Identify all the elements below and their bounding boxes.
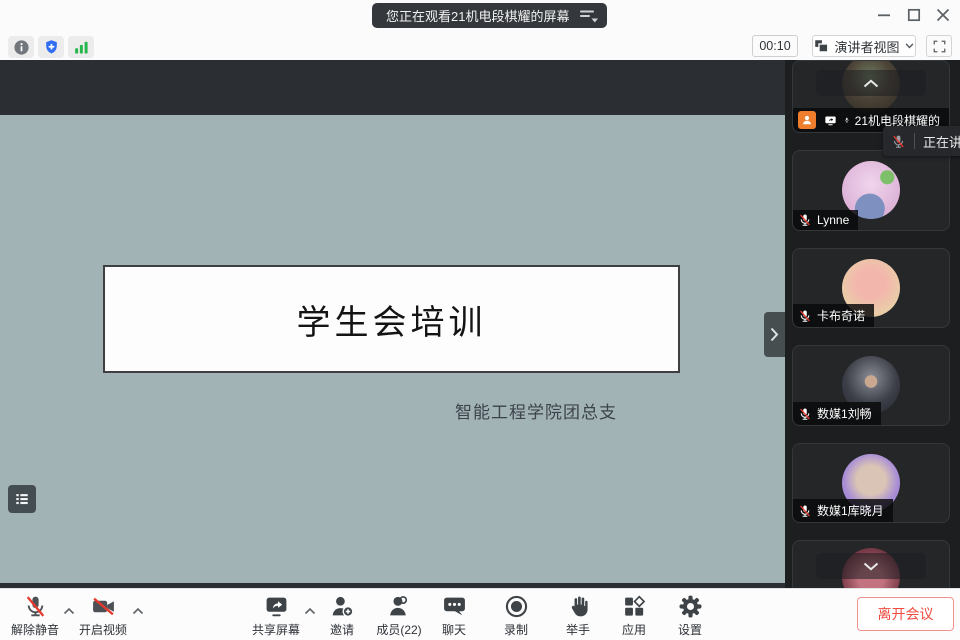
- raise-hand-label: 举手: [566, 621, 590, 638]
- shield-icon: [43, 39, 60, 56]
- chat-icon: [442, 594, 467, 619]
- chevron-down-icon: [863, 562, 879, 571]
- chevron-down-icon: [905, 43, 914, 49]
- participant-tile[interactable]: 数媒1库晓月: [792, 443, 950, 523]
- chevron-up-icon: [863, 79, 879, 88]
- mic-muted-icon: [798, 309, 812, 323]
- record-button[interactable]: 录制: [484, 594, 548, 638]
- mic-muted-icon: [23, 594, 48, 619]
- slide-subtitle: 智能工程学院团总支: [448, 398, 624, 423]
- slide-title-box: 学生会培训: [103, 265, 680, 373]
- unmute-button[interactable]: 解除静音: [3, 594, 67, 638]
- start-video-button[interactable]: 开启视频: [71, 594, 135, 638]
- top-toolbar: 00:10 演讲者视图: [0, 30, 960, 60]
- presentation-slide: 学生会培训 智能工程学院团总支: [0, 115, 785, 583]
- camera-off-icon: [91, 594, 116, 619]
- invite-button[interactable]: 邀请: [310, 594, 374, 638]
- members-label: 成员(22): [376, 621, 421, 638]
- settings-label: 设置: [678, 621, 702, 638]
- chat-label: 聊天: [442, 621, 466, 638]
- raise-hand-button[interactable]: 举手: [546, 594, 610, 638]
- screen-watch-text: 您正在观看21机电段棋耀的屏幕: [386, 6, 569, 25]
- screen-sharing-badge: [821, 111, 839, 129]
- maximize-button[interactable]: [900, 1, 928, 29]
- share-screen-icon: [264, 594, 289, 619]
- participant-tile[interactable]: Lynne: [792, 150, 950, 231]
- screen-watch-banner: 您正在观看21机电段棋耀的屏幕: [372, 3, 607, 28]
- apps-label: 应用: [622, 621, 646, 638]
- mic-muted-icon: [891, 134, 906, 149]
- record-icon: [504, 594, 529, 619]
- leave-meeting-button[interactable]: 离开会议: [857, 597, 954, 631]
- info-icon: [13, 39, 30, 56]
- list-icon: [13, 490, 31, 508]
- participant-name: 数媒1库晓月: [817, 502, 884, 519]
- speaking-tooltip: 正在讲话: [883, 126, 960, 156]
- participant-name: 数媒1刘畅: [817, 405, 872, 422]
- view-selector-label: 演讲者视图: [834, 37, 899, 56]
- apps-button[interactable]: 应用: [602, 594, 666, 638]
- invite-icon: [330, 594, 355, 619]
- raise-hand-icon: [566, 594, 591, 619]
- host-badge: [798, 111, 816, 129]
- meeting-info-button[interactable]: [8, 36, 34, 58]
- security-button[interactable]: [38, 36, 64, 58]
- speaking-tooltip-text: 正在讲话: [923, 132, 960, 151]
- chevron-right-icon: [770, 327, 779, 342]
- gear-icon: [678, 594, 703, 619]
- fullscreen-icon: [932, 39, 947, 54]
- share-screen-button[interactable]: 共享屏幕: [244, 594, 308, 638]
- apps-grid-icon: [622, 594, 647, 619]
- record-label: 录制: [504, 621, 528, 638]
- participant-name-label: Lynne: [793, 210, 858, 230]
- shared-screen-area: 学生会培训 智能工程学院团总支: [0, 60, 785, 588]
- sidebar-collapse-toggle[interactable]: [764, 312, 785, 357]
- mic-muted-icon: [798, 213, 812, 227]
- mic-on-icon: [844, 113, 850, 127]
- participant-name: 卡布奇诺: [817, 307, 865, 324]
- participant-name-label: 数媒1刘畅: [793, 402, 881, 425]
- invite-label: 邀请: [330, 621, 354, 638]
- unmute-label: 解除静音: [11, 621, 59, 638]
- video-options-caret[interactable]: [132, 607, 144, 615]
- participant-name-label: 数媒1库晓月: [793, 499, 893, 522]
- scroll-up-button[interactable]: [816, 70, 926, 96]
- participant-name-label: 卡布奇诺: [793, 304, 874, 327]
- scroll-down-button[interactable]: [816, 553, 926, 579]
- settings-button[interactable]: 设置: [658, 594, 722, 638]
- person-icon: [801, 114, 813, 126]
- participant-tile[interactable]: 卡布奇诺: [792, 248, 950, 328]
- share-screen-label: 共享屏幕: [252, 621, 300, 638]
- start-video-label: 开启视频: [79, 621, 127, 638]
- layout-view-icon: [814, 39, 829, 54]
- minimize-icon: [874, 5, 894, 25]
- mic-muted-icon: [798, 407, 812, 421]
- participant-tile-presenter[interactable]: 21机电段棋耀的: [792, 60, 950, 133]
- participant-tile-partial[interactable]: [792, 540, 950, 588]
- slide-title: 学生会培训: [297, 295, 487, 344]
- tooltip-divider: [914, 133, 915, 149]
- participant-tile[interactable]: 数媒1刘畅: [792, 345, 950, 426]
- fullscreen-button[interactable]: [926, 35, 952, 57]
- annotation-list-button[interactable]: [8, 485, 36, 513]
- members-icon: [387, 594, 412, 619]
- participant-name: Lynne: [817, 213, 849, 227]
- network-status-button[interactable]: [68, 36, 94, 58]
- close-icon: [933, 5, 953, 25]
- chat-button[interactable]: 聊天: [422, 594, 486, 638]
- bottom-toolbar: 解除静音 开启视频 共享屏幕: [0, 588, 960, 640]
- signal-bars-icon: [73, 39, 90, 56]
- close-button[interactable]: [929, 1, 957, 29]
- minimize-button[interactable]: [870, 1, 898, 29]
- screen-share-icon: [824, 114, 837, 127]
- view-selector[interactable]: 演讲者视图: [812, 35, 916, 57]
- meeting-timer: 00:10: [752, 35, 798, 57]
- mic-muted-icon: [798, 504, 812, 518]
- meeting-window: 您正在观看21机电段棋耀的屏幕: [0, 0, 960, 640]
- title-bar: 您正在观看21机电段棋耀的屏幕: [0, 0, 960, 30]
- banner-menu-icon[interactable]: [579, 9, 599, 23]
- maximize-icon: [904, 5, 924, 25]
